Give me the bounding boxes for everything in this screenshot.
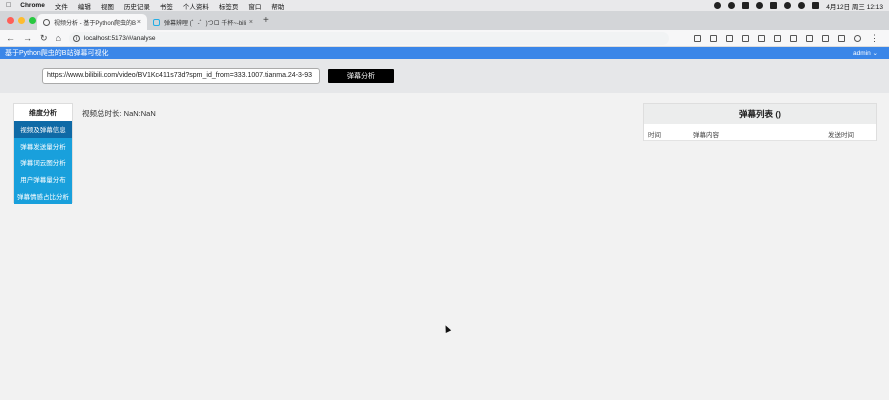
- wechat-icon[interactable]: [756, 2, 764, 9]
- extension-icon[interactable]: [758, 34, 765, 42]
- extension-icon[interactable]: [790, 34, 797, 42]
- menu-window[interactable]: 窗口: [248, 1, 261, 11]
- window-controls: [7, 17, 36, 24]
- mouse-cursor-icon: [442, 324, 452, 333]
- control-center-icon[interactable]: [812, 2, 820, 9]
- extension-icon[interactable]: [774, 34, 781, 42]
- wifi-icon[interactable]: [784, 2, 792, 9]
- circle-icon[interactable]: [728, 2, 736, 9]
- macos-menubar:  Chrome 文件 编辑 视图 历史记录 书签 个人资料 标签页 窗口 帮助…: [0, 0, 889, 11]
- menu-app-name[interactable]: Chrome: [20, 2, 45, 9]
- extension-icon[interactable]: [806, 34, 813, 42]
- column-send-time[interactable]: 发送时间: [828, 129, 854, 139]
- zoom-window-button[interactable]: [29, 17, 36, 24]
- globe-icon: [43, 18, 50, 26]
- search-icon[interactable]: [798, 2, 806, 9]
- reload-icon[interactable]: ↻: [40, 33, 48, 43]
- extension-icons: ⋮: [694, 33, 883, 43]
- close-window-button[interactable]: [7, 17, 14, 24]
- app-icon[interactable]: [742, 2, 750, 9]
- apple-icon[interactable]: : [6, 2, 11, 9]
- analyze-button[interactable]: 弹幕分析: [328, 69, 394, 83]
- menu-view[interactable]: 视图: [101, 1, 114, 11]
- sidebar-heading: 维度分析: [29, 109, 57, 117]
- tab-video-analysis[interactable]: 视频分析 - 基于Python爬虫的B ×: [37, 14, 147, 30]
- column-time[interactable]: 时间: [648, 129, 661, 139]
- share-icon[interactable]: [726, 34, 733, 42]
- dimension-sidebar: 维度分析 视频及弹幕信息 弹幕发送量分析 弹幕词云图分析 用户弹幕量分布 弹幕情…: [13, 103, 73, 204]
- app-title: 基于Python爬虫的B站弹幕可视化: [5, 50, 109, 57]
- sidebar-icon[interactable]: [838, 34, 845, 42]
- status-icons: 4月12日 周三 12:13: [714, 1, 883, 11]
- sidebar-item-send-volume[interactable]: 弹幕发送量分析: [14, 137, 72, 155]
- video-url-input[interactable]: https://www.bilibili.com/video/BV1Kc411s…: [42, 68, 320, 84]
- user-menu[interactable]: admin ⌄: [853, 49, 884, 57]
- sidebar-item-sentiment[interactable]: 弹幕情感占比分析: [14, 187, 72, 204]
- home-icon[interactable]: ⌂: [56, 33, 61, 43]
- sidebar-item-wordcloud[interactable]: 弹幕词云图分析: [14, 154, 72, 171]
- minimize-window-button[interactable]: [18, 17, 25, 24]
- menu-profiles[interactable]: 个人资料: [183, 1, 209, 11]
- star-icon[interactable]: [742, 34, 749, 42]
- site-info-icon[interactable]: i: [72, 34, 80, 42]
- address-bar[interactable]: i localhost:5173/#/analyse: [68, 31, 669, 45]
- puzzle-icon[interactable]: [822, 34, 829, 42]
- app-header: 基于Python爬虫的B站弹幕可视化 admin ⌄: [0, 47, 889, 59]
- tab-bilibili[interactable]: 弹幕辨哩 (゜-゜)つロ 千杯~-bili ×: [147, 14, 259, 30]
- tab-label: 弹幕辨哩 (゜-゜)つロ 千杯~-bili: [164, 20, 247, 27]
- menu-tab[interactable]: 标签页: [219, 1, 239, 11]
- url-input-area: https://www.bilibili.com/video/BV1Kc411s…: [0, 59, 889, 93]
- menu-help[interactable]: 帮助: [271, 1, 284, 11]
- browser-toolbar: ← → ↻ ⌂ i localhost:5173/#/analyse ⋮: [0, 30, 889, 47]
- danmaku-table-header: 时间 弹幕内容 发送时间: [644, 124, 876, 141]
- back-icon[interactable]: ←: [6, 33, 15, 43]
- clock[interactable]: 4月12日 周三 12:13: [826, 1, 883, 11]
- forward-icon[interactable]: →: [23, 33, 32, 43]
- address-url: localhost:5173/#/analyse: [83, 34, 156, 42]
- profile-icon[interactable]: [854, 34, 861, 42]
- close-tab-icon[interactable]: ×: [137, 19, 141, 26]
- column-content[interactable]: 弹幕内容: [693, 129, 719, 139]
- menu-file[interactable]: 文件: [55, 1, 68, 11]
- sidebar-item-video-info[interactable]: 视频及弹幕信息: [14, 121, 72, 138]
- menu-edit[interactable]: 编辑: [78, 1, 91, 11]
- danmaku-list-title: 弹幕列表 (): [644, 104, 876, 124]
- menu-bookmarks[interactable]: 书签: [160, 1, 173, 11]
- record-icon[interactable]: [714, 2, 722, 9]
- danmaku-list-panel: 弹幕列表 () 时间 弹幕内容 发送时间: [643, 103, 877, 141]
- new-tab-button[interactable]: +: [263, 15, 269, 26]
- translate-icon[interactable]: [710, 34, 717, 42]
- close-tab-icon[interactable]: ×: [249, 19, 253, 26]
- tab-strip: 视频分析 - 基于Python爬虫的B × 弹幕辨哩 (゜-゜)つロ 千杯~-b…: [0, 11, 889, 30]
- sidebar-item-user-distribution[interactable]: 用户弹幕量分布: [14, 170, 72, 188]
- menu-history[interactable]: 历史记录: [124, 1, 150, 11]
- battery-icon[interactable]: [770, 2, 778, 9]
- video-duration: 视频总时长: NaN:NaN: [82, 109, 156, 118]
- bilibili-icon: [153, 18, 160, 26]
- tab-label: 视频分析 - 基于Python爬虫的B: [54, 20, 137, 27]
- more-menu-icon[interactable]: ⋮: [870, 33, 879, 43]
- key-icon[interactable]: [694, 34, 701, 42]
